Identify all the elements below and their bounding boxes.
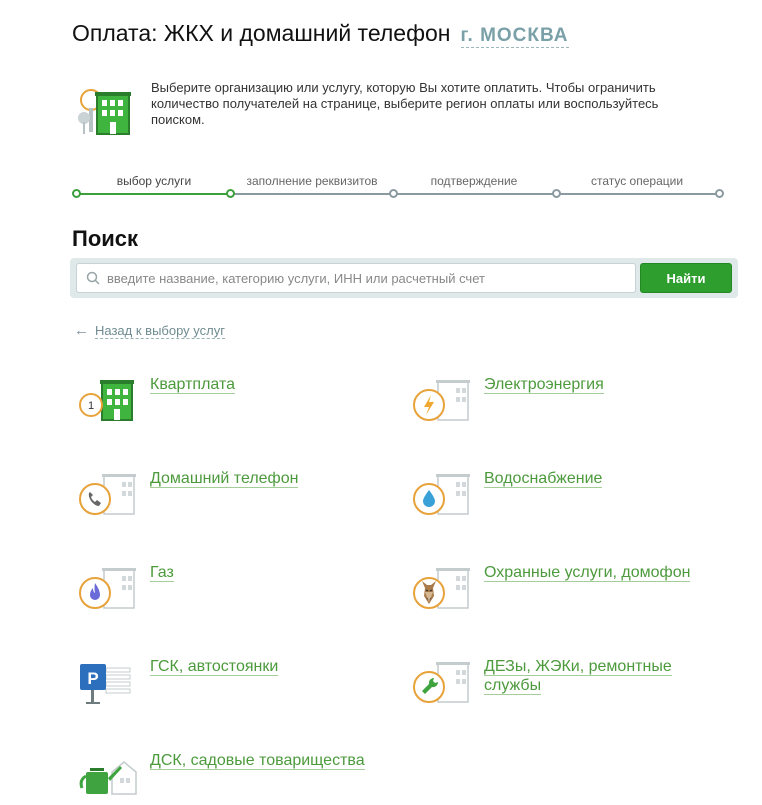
service-link-text[interactable]: ДЕЗы, ЖЭКи, ремонтные службы	[484, 658, 672, 695]
step-dot-3	[552, 189, 561, 198]
step-line-done	[76, 193, 230, 195]
service-label: Газ	[150, 563, 174, 614]
guard-dog-icon	[413, 568, 470, 609]
service-link-text[interactable]: Охранные услуги, домофон	[484, 564, 691, 582]
service-parking[interactable]: P ГСК, автостоянки	[78, 657, 279, 708]
step-operation-status: статус операции	[590, 174, 684, 188]
search-heading: Поиск	[72, 226, 139, 251]
progress-steps: выбор услуги заполнение реквизитов подтв…	[72, 170, 724, 200]
step-confirmation: подтверждение	[430, 174, 518, 188]
service-label: ГСК, автостоянки	[150, 657, 279, 708]
service-garden[interactable]: ДСК, садовые товарищества	[78, 751, 365, 802]
search-button[interactable]: Найти	[640, 263, 732, 293]
service-link-text[interactable]: Водоснабжение	[484, 470, 603, 488]
page-title: Оплата: ЖКХ и домашний телефон	[72, 20, 451, 46]
service-label: Квартплата	[150, 375, 236, 426]
service-label: ДСК, садовые товарищества	[150, 751, 365, 802]
service-link-text[interactable]: ДСК, садовые товарищества	[150, 752, 365, 770]
service-label: ДЕЗы, ЖЭКи, ремонтные службы	[484, 657, 684, 708]
watering-can-icon	[79, 761, 137, 795]
service-security[interactable]: Охранные услуги, домофон	[412, 563, 691, 614]
region-selector-link[interactable]: г. МОСКВА	[460, 25, 569, 48]
apartment-building-icon: 1	[79, 380, 134, 421]
search-input[interactable]	[107, 264, 631, 292]
step-dot-end	[715, 189, 724, 198]
page-header: Оплата: ЖКХ и домашний телефон г. МОСКВА	[72, 20, 569, 48]
step-select-service: выбор услуги	[116, 174, 192, 188]
step-dot-2	[389, 189, 398, 198]
water-drop-icon	[413, 474, 470, 515]
svg-text:P: P	[87, 669, 98, 688]
step-dot-1	[226, 189, 235, 198]
step-dot-start	[72, 189, 81, 198]
service-label: Домашний телефон	[150, 469, 299, 520]
apartment-building-icon	[78, 89, 131, 135]
service-repair[interactable]: ДЕЗы, ЖЭКи, ремонтные службы	[412, 657, 684, 708]
step-line-pending	[230, 193, 720, 195]
service-electricity[interactable]: Электроэнергия	[412, 375, 604, 426]
step-fill-details: заполнение реквизитов	[246, 174, 378, 188]
service-gas[interactable]: Газ	[78, 563, 174, 614]
back-link-label: Назад к выбору услуг	[95, 322, 225, 339]
intro-block: Выберите организацию или услугу, которую…	[75, 80, 735, 140]
lightning-icon	[413, 380, 470, 421]
arrow-left-icon: ←	[74, 322, 89, 339]
parking-icon: P	[80, 664, 131, 704]
phone-icon	[79, 474, 136, 515]
gas-flame-icon	[79, 568, 136, 609]
search-icon	[86, 271, 100, 285]
service-kvartplata[interactable]: 1 Квартплата	[78, 375, 236, 426]
service-link-text[interactable]: Квартплата	[150, 376, 236, 394]
wrench-icon	[413, 662, 470, 703]
service-label: Электроэнергия	[484, 375, 604, 426]
service-link-text[interactable]: Электроэнергия	[484, 376, 604, 394]
service-home-phone[interactable]: Домашний телефон	[78, 469, 299, 520]
service-label: Охранные услуги, домофон	[484, 563, 691, 614]
back-to-services-link[interactable]: ← Назад к выбору услуг	[74, 322, 225, 339]
service-label: Водоснабжение	[484, 469, 603, 520]
search-input-wrap	[76, 263, 636, 293]
intro-text: Выберите организацию или услугу, которую…	[151, 80, 659, 127]
service-badge: 1	[88, 400, 94, 412]
service-link-text[interactable]: Газ	[150, 564, 174, 582]
service-water[interactable]: Водоснабжение	[412, 469, 603, 520]
search-bar: Найти	[70, 258, 738, 298]
service-link-text[interactable]: ГСК, автостоянки	[150, 658, 279, 676]
service-link-text[interactable]: Домашний телефон	[150, 470, 299, 488]
